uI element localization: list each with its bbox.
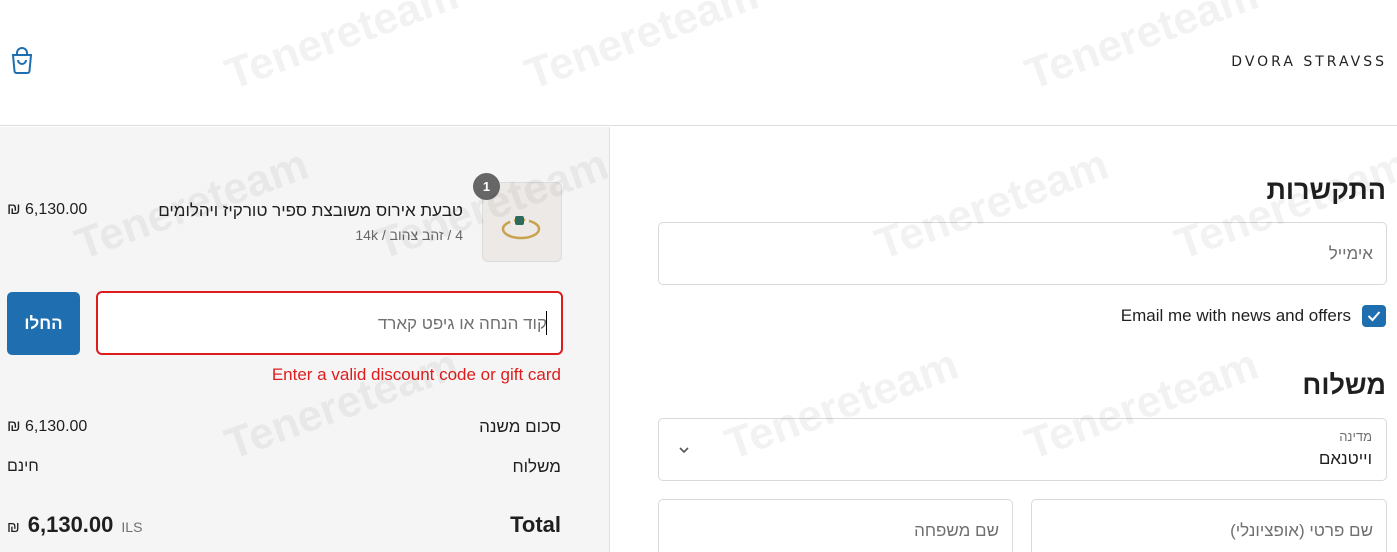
email-field[interactable]: אימייל bbox=[658, 222, 1387, 285]
product-price: ₪ 6,130.00 bbox=[7, 201, 88, 218]
shipping-label: משלוח bbox=[512, 457, 561, 476]
subtotal-value: ₪ 6,130.00 bbox=[7, 418, 88, 435]
newsletter-checkbox[interactable] bbox=[1362, 305, 1386, 327]
quantity-badge: 1 bbox=[473, 173, 500, 200]
shipping-title: משלוח bbox=[1302, 370, 1386, 400]
first-name-placeholder: שם פרטי (אופציונלי) bbox=[1230, 521, 1373, 540]
subtotal-label: סכום משנה bbox=[479, 417, 561, 436]
product-variant: 4 / זהב צהוב / 14k bbox=[355, 227, 463, 243]
country-value: וייטנאם bbox=[1318, 449, 1372, 468]
total-amount: 6,130.00 bbox=[27, 512, 114, 537]
discount-placeholder: קוד הנחה או גיפט קארד bbox=[377, 314, 547, 333]
total-value: ₪ 6,130.00 ILS bbox=[7, 512, 142, 538]
discount-code-input[interactable]: קוד הנחה או גיפט קארד bbox=[96, 291, 563, 355]
contact-title: התקשרות bbox=[1266, 175, 1386, 205]
country-select[interactable]: מדינה וייטנאם bbox=[658, 418, 1387, 481]
product-name: טבעת אירוס משובצת ספיר טורקיז ויהלומים bbox=[158, 201, 463, 220]
site-header: DVORA STRAVSS bbox=[0, 0, 1397, 126]
country-label: מדינה bbox=[1339, 429, 1372, 444]
shipping-value: חינם bbox=[7, 458, 39, 475]
shopping-bag-icon[interactable] bbox=[10, 46, 34, 74]
currency-symbol: ₪ bbox=[7, 519, 20, 536]
checkmark-icon bbox=[1367, 311, 1381, 322]
store-logo[interactable]: DVORA STRAVSS bbox=[1231, 54, 1387, 70]
newsletter-label[interactable]: Email me with news and offers bbox=[1121, 306, 1351, 326]
chevron-down-icon bbox=[679, 447, 689, 454]
last-name-field[interactable]: שם משפחה bbox=[658, 499, 1013, 552]
currency-code: ILS bbox=[121, 519, 143, 535]
first-name-field[interactable]: שם פרטי (אופציונלי) bbox=[1031, 499, 1387, 552]
email-placeholder: אימייל bbox=[1328, 244, 1373, 263]
last-name-placeholder: שם משפחה bbox=[914, 521, 999, 540]
total-label: Total bbox=[510, 512, 561, 537]
apply-discount-button[interactable]: החלו bbox=[7, 292, 80, 355]
order-summary: 1 טבעת אירוס משובצת ספיר טורקיז ויהלומים… bbox=[0, 127, 610, 552]
discount-error-message: Enter a valid discount code or gift card bbox=[271, 365, 561, 384]
checkout-form: התקשרות אימייל Email me with news and of… bbox=[611, 127, 1397, 552]
